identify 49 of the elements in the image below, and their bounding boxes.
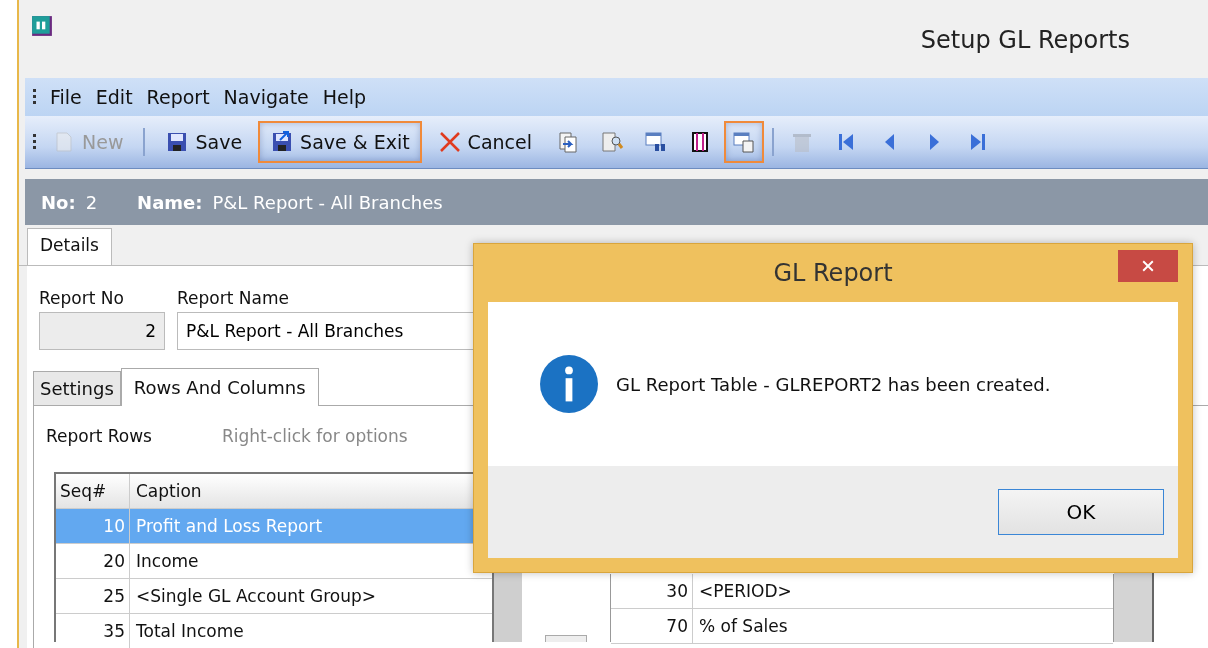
table-cell: 25: [56, 579, 130, 613]
menu-item[interactable]: Report: [146, 86, 210, 108]
table-cell-text: <Single GL Account Group>: [135, 586, 376, 606]
field-label: Report Name: [177, 288, 290, 308]
menu-item[interactable]: Navigate: [223, 86, 309, 108]
grip-icon: [33, 89, 36, 105]
column-header[interactable]: Seq#: [56, 474, 130, 508]
menu-item[interactable]: File: [50, 86, 82, 108]
number-label: No:: [41, 191, 76, 213]
number-value: 2: [85, 191, 98, 213]
toolbar-button[interactable]: Save & Exit: [258, 121, 422, 163]
menu-item[interactable]: Edit: [95, 86, 133, 108]
toolbar-button[interactable]: Cancel: [425, 121, 544, 163]
name-value: P&L Report - All Branches: [212, 191, 443, 213]
table-row[interactable]: 25 <Single GL Account Group>: [56, 579, 492, 614]
table-page-icon[interactable]: [724, 121, 764, 163]
panel-title: Report Rows: [46, 426, 152, 446]
table-cell-text: % of Sales: [698, 616, 789, 636]
tab[interactable]: Settings: [33, 371, 121, 405]
small-button[interactable]: [545, 635, 587, 642]
window-title: Setup GL Reports: [920, 26, 1130, 54]
app-icon: [31, 15, 53, 37]
dialog-title: GL Report: [773, 259, 893, 287]
ok-button[interactable]: OK: [998, 489, 1164, 535]
close-icon: [1142, 260, 1154, 272]
column-header[interactable]: Caption: [130, 481, 202, 501]
hint-text: Right-click for options: [221, 426, 408, 446]
table-cell-text: Total Income: [135, 621, 244, 641]
grip-icon: [33, 134, 36, 150]
close-button[interactable]: [1118, 250, 1178, 282]
table-cell: 30: [611, 574, 693, 608]
table-cell: 20: [56, 544, 130, 578]
tab[interactable]: Details: [27, 228, 112, 265]
menu-item[interactable]: Help: [322, 86, 367, 108]
table-cell: 70: [611, 609, 693, 643]
dialog-message: GL Report Table - GLREPORT2 has been created.: [616, 373, 1051, 395]
table-cell-text: <PERIOD>: [698, 581, 793, 601]
table-cell: 10: [56, 509, 130, 543]
toolbar-button[interactable]: Save: [153, 121, 255, 163]
table-cell-text: Income: [135, 551, 199, 571]
table-cell-text: Profit and Loss Report: [135, 516, 323, 536]
field-label: Report No: [39, 288, 125, 308]
table-row[interactable]: 35 Total Income: [56, 614, 492, 648]
tab[interactable]: Rows And Columns: [120, 368, 319, 406]
table-cell: 35: [56, 614, 130, 648]
info-icon: [540, 355, 598, 413]
cross-icon: [437, 130, 462, 154]
name-label: Name:: [137, 191, 203, 213]
report-no-field[interactable]: 2: [39, 312, 165, 350]
